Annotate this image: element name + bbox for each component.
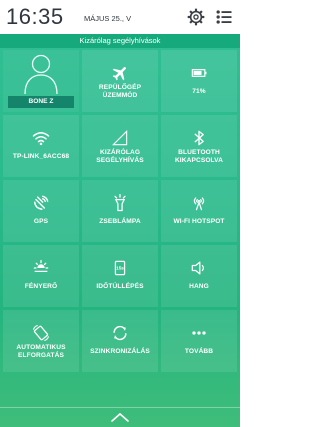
date-label: MÁJUS 25., V [84, 14, 132, 23]
profile-tile[interactable]: BONE Z [3, 50, 79, 112]
wifi-hotspot-label: WI-FI HOTSPOT [173, 218, 225, 225]
more-icon [192, 331, 206, 335]
hotspot-icon [193, 197, 205, 211]
flashlight-label: ZSEBLÁMPA [99, 218, 141, 225]
brightness-toggle[interactable]: FÉNYERŐ [3, 245, 79, 307]
brightness-icon [33, 259, 49, 272]
battery-icon [191, 69, 207, 77]
sync-label: SZINKRONIZÁLÁS [90, 348, 150, 355]
wifi-label: TP-LINK_6ACC68 [12, 153, 70, 160]
flashlight-toggle[interactable]: ZSEBLÁMPA [82, 180, 158, 242]
bluetooth-label: BLUETOOTH KIKAPCSOLVA [174, 149, 224, 164]
mobile-network-tile[interactable]: KIZÁRÓLAG SEGÉLYHÍVÁS [82, 115, 158, 177]
battery-tile[interactable]: 71% [161, 50, 237, 112]
bluetooth-toggle[interactable]: BLUETOOTH KIKAPCSOLVA [161, 115, 237, 177]
airplane-icon [112, 67, 126, 81]
sound-label: HANG [189, 283, 209, 290]
airplane-mode-toggle[interactable]: REPÜLŐGÉP ÜZEMMÓD [82, 50, 158, 112]
svg-text:15s: 15s [116, 266, 124, 271]
gps-icon [34, 195, 49, 210]
more-label: TOVÁBB [184, 348, 214, 355]
timeout-icon: 15s [114, 260, 126, 276]
gps-toggle[interactable]: GPS [3, 180, 79, 242]
sync-icon [113, 325, 127, 341]
emergency-only-banner: Kizárólag segélyhívások [0, 34, 240, 48]
sync-toggle[interactable]: SZINKRONIZÁLÁS [82, 310, 158, 372]
battery-label: 71% [192, 88, 206, 95]
bluetooth-icon [194, 130, 204, 146]
gear-icon[interactable] [186, 7, 206, 27]
wifi-toggle[interactable]: TP-LINK_6ACC68 [3, 115, 79, 177]
status-bar: 16:35 MÁJUS 25., V [0, 0, 240, 34]
gps-label: GPS [33, 218, 49, 225]
wifi-hotspot-toggle[interactable]: WI-FI HOTSPOT [161, 180, 237, 242]
sound-toggle[interactable]: HANG [161, 245, 237, 307]
profile-name: BONE Z [8, 96, 74, 108]
chevron-up-icon[interactable] [110, 411, 130, 423]
menu-list-icon[interactable] [214, 7, 234, 27]
mobile-network-label: KIZÁRÓLAG SEGÉLYHÍVÁS [96, 149, 144, 164]
panel-footer [0, 399, 240, 427]
quick-settings-panel: Kizárólag segélyhívások BONE Z REPÜLŐGÉP… [0, 34, 240, 427]
signal-icon [112, 130, 128, 146]
quick-settings-grid: BONE Z REPÜLŐGÉP ÜZEMMÓD 71% TP-LINK_6AC… [3, 50, 237, 372]
airplane-mode-label: REPÜLŐGÉP ÜZEMMÓD [98, 84, 142, 99]
user-avatar-icon [24, 54, 58, 94]
clock: 16:35 [6, 4, 64, 29]
wifi-icon [32, 132, 50, 146]
more-button[interactable]: TOVÁBB [161, 310, 237, 372]
brightness-label: FÉNYERŐ [24, 283, 58, 290]
footer-divider [0, 407, 240, 408]
flashlight-icon [114, 194, 126, 212]
rotate-icon [32, 324, 50, 342]
screen-timeout-label: IDŐTÚLLÉPÉS [96, 283, 144, 290]
speaker-icon [191, 261, 204, 275]
screen-timeout-tile[interactable]: 15s IDŐTÚLLÉPÉS [82, 245, 158, 307]
auto-rotate-toggle[interactable]: AUTOMATIKUS ELFORGATÁS [3, 310, 79, 372]
auto-rotate-label: AUTOMATIKUS ELFORGATÁS [16, 344, 66, 359]
